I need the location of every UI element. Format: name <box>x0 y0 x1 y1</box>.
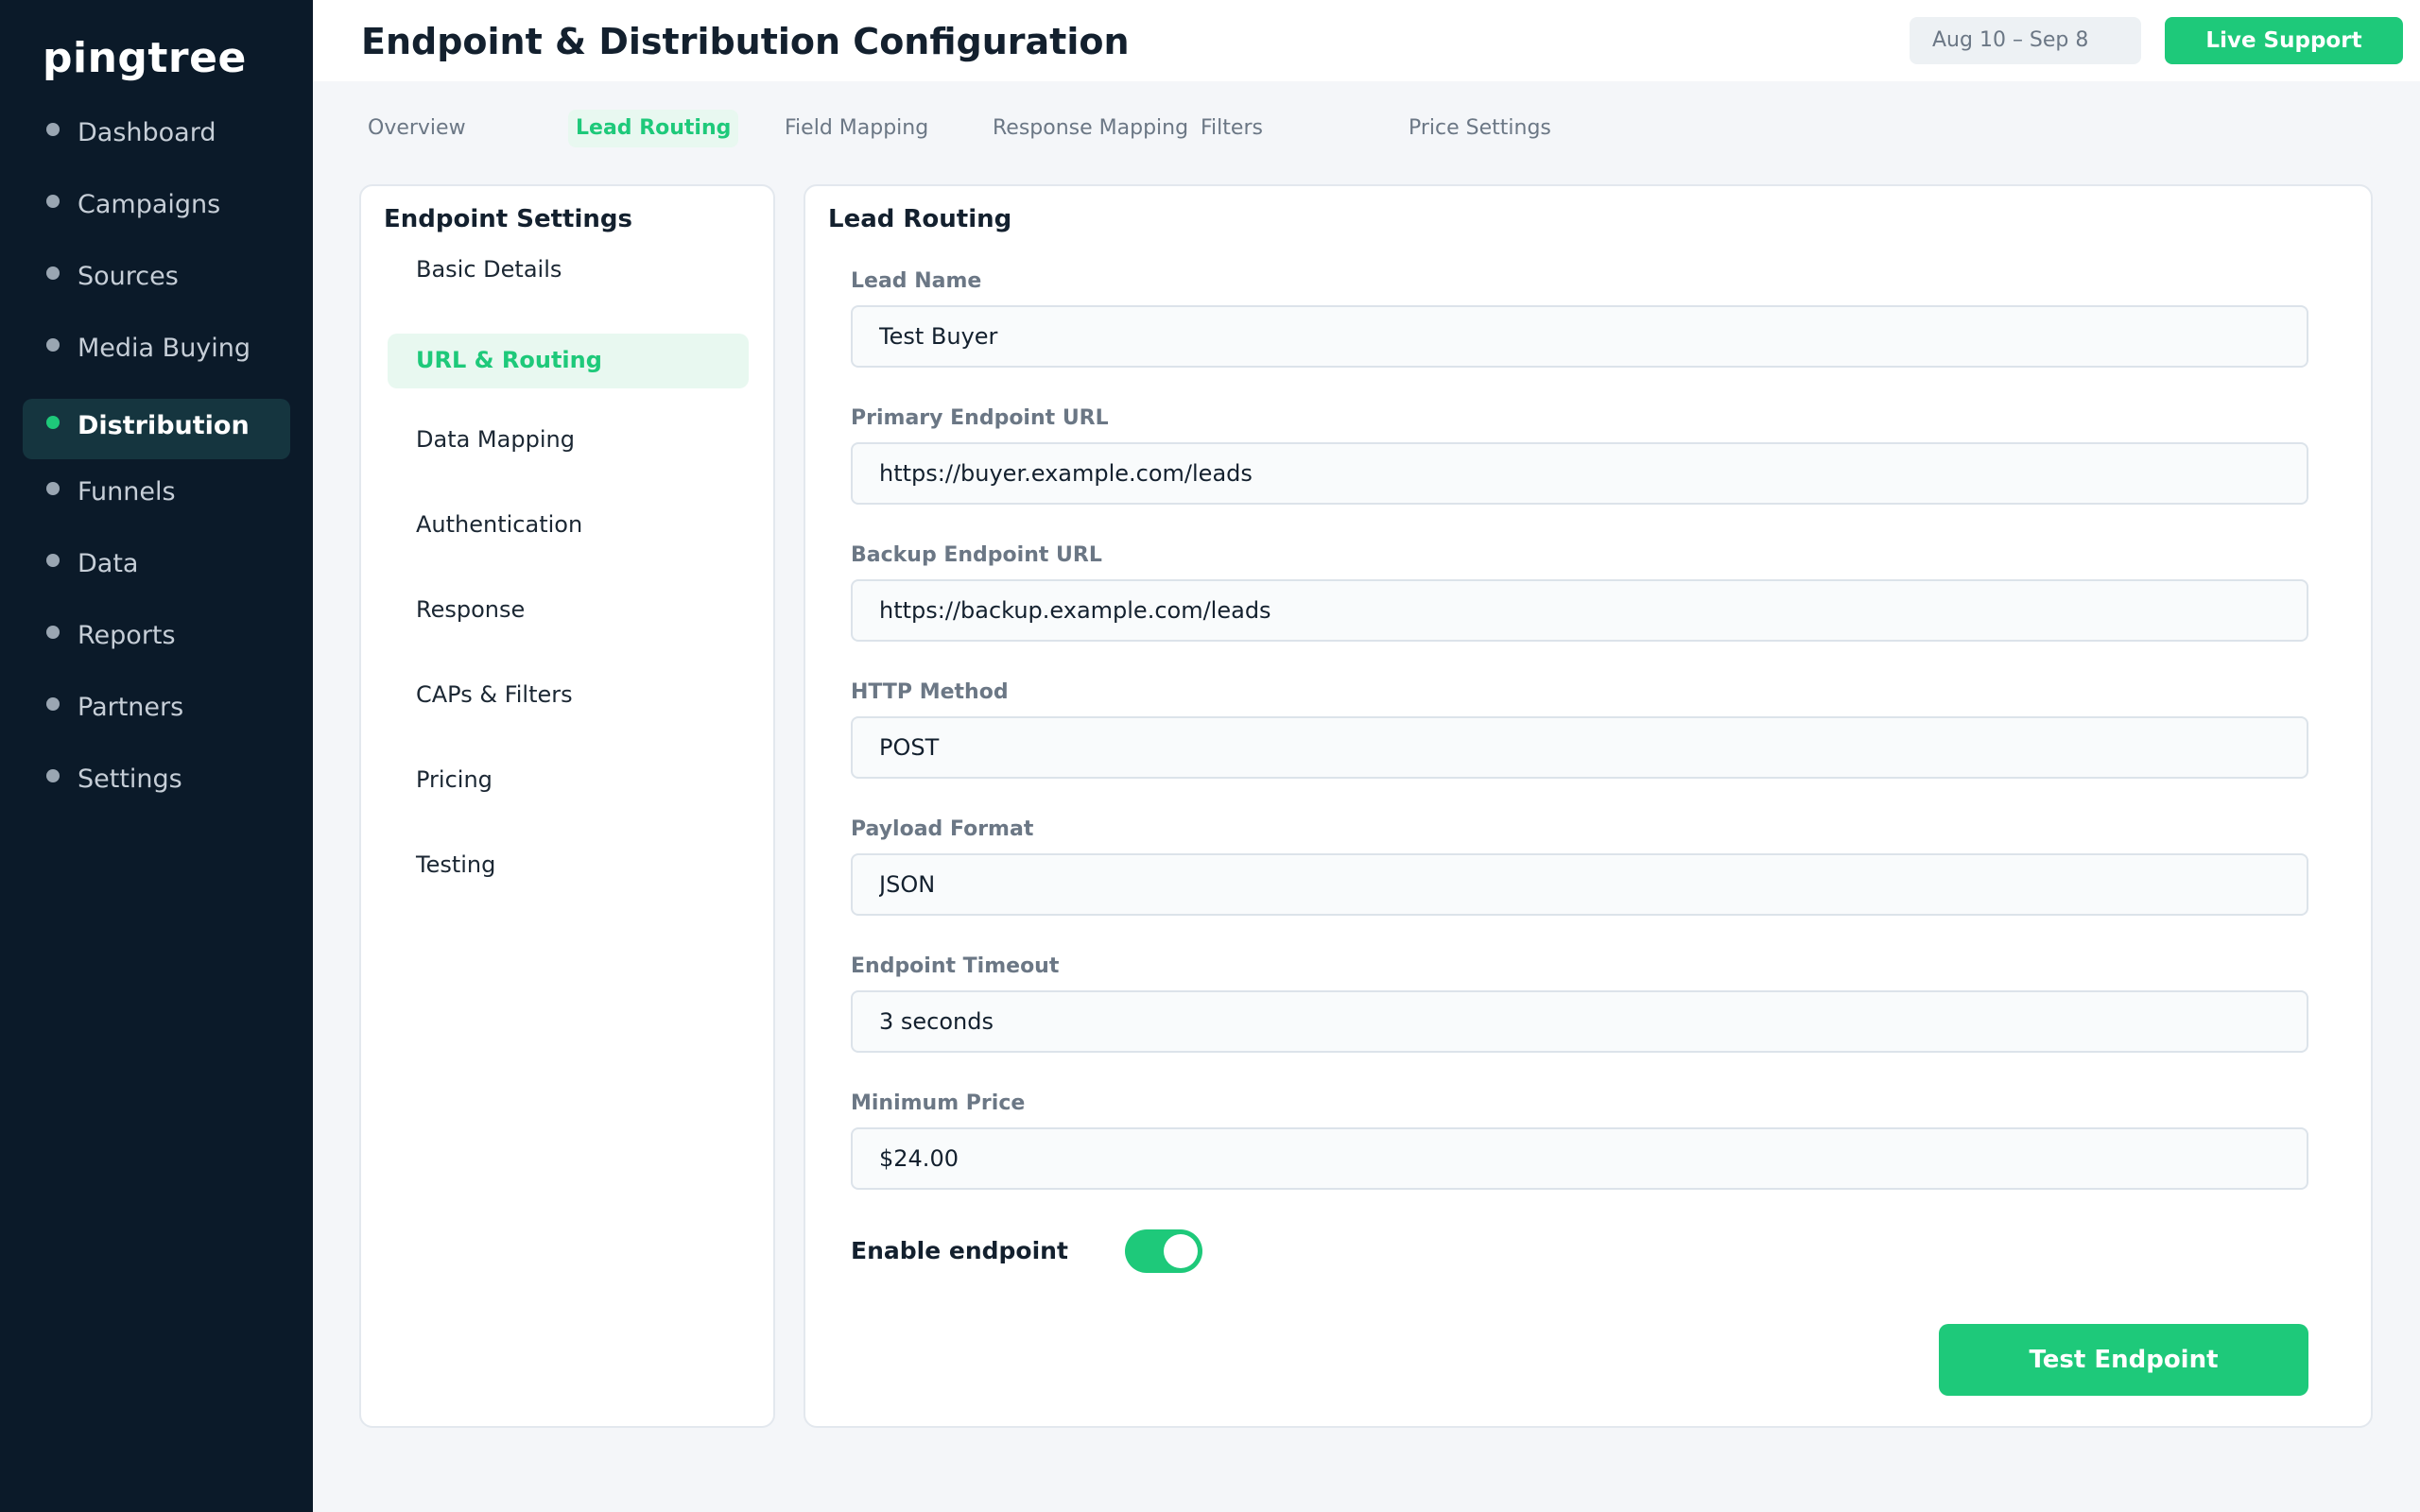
endpoint-timeout-input[interactable] <box>851 990 2308 1053</box>
settings-item-label: URL & Routing <box>416 347 602 373</box>
settings-item-authentication[interactable]: Authentication <box>388 498 749 553</box>
settings-item-testing[interactable]: Testing <box>388 838 749 893</box>
bullet-icon <box>46 482 60 495</box>
backup-endpoint-url-input[interactable] <box>851 579 2308 642</box>
lead-name-label: Lead Name <box>851 269 982 293</box>
sidebar-item-media-buying[interactable]: Media Buying <box>23 321 290 382</box>
tab-response-mapping[interactable]: Response Mapping <box>993 110 1188 147</box>
sidebar-item-sources[interactable]: Sources <box>23 249 290 310</box>
live-support-button[interactable]: Live Support <box>2165 17 2403 64</box>
settings-item-label: Testing <box>416 851 496 878</box>
bullet-icon <box>46 338 60 352</box>
settings-item-basic-details[interactable]: Basic Details <box>388 243 749 298</box>
settings-item-label: CAPs & Filters <box>416 681 573 708</box>
tab-field-mapping[interactable]: Field Mapping <box>785 110 928 147</box>
sidebar-item-label: Settings <box>78 765 182 794</box>
brand-logo: pingtree <box>43 34 247 82</box>
settings-item-label: Authentication <box>416 511 583 538</box>
lead-name-input[interactable] <box>851 305 2308 368</box>
lead-routing-panel: Lead Routing Lead Name Primary Endpoint … <box>804 184 2373 1428</box>
endpoint-settings-panel: Endpoint Settings Basic Details URL & Ro… <box>359 184 775 1428</box>
sidebar-item-reports[interactable]: Reports <box>23 609 290 669</box>
sidebar-item-label: Distribution <box>78 411 250 440</box>
bullet-icon <box>46 266 60 280</box>
sidebar-item-label: Reports <box>78 621 176 650</box>
sidebar-item-label: Dashboard <box>78 118 216 147</box>
sidebar-item-label: Funnels <box>78 477 176 507</box>
sidebar-item-dashboard[interactable]: Dashboard <box>23 106 290 166</box>
sidebar: pingtree Dashboard Campaigns Sources Med… <box>0 0 313 1512</box>
bullet-icon <box>46 697 60 711</box>
settings-item-label: Basic Details <box>416 256 562 283</box>
sidebar-item-label: Campaigns <box>78 190 221 219</box>
bullet-icon <box>46 123 60 136</box>
backup-endpoint-url-label: Backup Endpoint URL <box>851 543 1102 567</box>
tab-price-settings[interactable]: Price Settings <box>1409 110 1551 147</box>
bullet-icon <box>46 554 60 567</box>
http-method-input[interactable] <box>851 716 2308 779</box>
bullet-icon <box>46 626 60 639</box>
enable-endpoint-toggle[interactable] <box>1125 1229 1202 1273</box>
primary-endpoint-url-label: Primary Endpoint URL <box>851 406 1109 430</box>
bullet-icon <box>46 195 60 208</box>
sidebar-item-label: Data <box>78 549 139 578</box>
settings-item-label: Response <box>416 596 526 623</box>
sidebar-item-distribution[interactable]: Distribution <box>23 399 290 459</box>
tab-lead-routing[interactable]: Lead Routing <box>568 110 739 147</box>
settings-item-pricing[interactable]: Pricing <box>388 753 749 808</box>
bullet-icon <box>46 769 60 782</box>
settings-item-label: Pricing <box>416 766 493 793</box>
enable-endpoint-label: Enable endpoint <box>851 1237 1068 1264</box>
primary-endpoint-url-input[interactable] <box>851 442 2308 505</box>
settings-item-response[interactable]: Response <box>388 583 749 638</box>
sidebar-item-settings[interactable]: Settings <box>23 752 290 813</box>
sidebar-item-funnels[interactable]: Funnels <box>23 465 290 525</box>
minimum-price-label: Minimum Price <box>851 1091 1026 1115</box>
top-header: Endpoint & Distribution Configuration Au… <box>313 0 2420 81</box>
page-title: Endpoint & Distribution Configuration <box>361 21 1130 62</box>
sidebar-item-label: Media Buying <box>78 334 251 363</box>
sidebar-item-label: Sources <box>78 262 179 291</box>
tab-filters[interactable]: Filters <box>1201 110 1263 147</box>
payload-format-input[interactable] <box>851 853 2308 916</box>
panel-title: Lead Routing <box>828 205 1012 233</box>
settings-item-url-routing[interactable]: URL & Routing <box>388 334 749 388</box>
sidebar-item-campaigns[interactable]: Campaigns <box>23 178 290 238</box>
date-range-picker[interactable]: Aug 10 – Sep 8 <box>1910 17 2141 64</box>
settings-item-data-mapping[interactable]: Data Mapping <box>388 413 749 468</box>
http-method-label: HTTP Method <box>851 680 1009 704</box>
payload-format-label: Payload Format <box>851 817 1034 841</box>
endpoint-timeout-label: Endpoint Timeout <box>851 954 1060 978</box>
sidebar-item-label: Partners <box>78 693 184 722</box>
app-root: pingtree Dashboard Campaigns Sources Med… <box>0 0 2420 1512</box>
test-endpoint-button[interactable]: Test Endpoint <box>1939 1324 2308 1396</box>
sidebar-item-partners[interactable]: Partners <box>23 680 290 741</box>
settings-item-label: Data Mapping <box>416 426 575 453</box>
settings-item-caps-filters[interactable]: CAPs & Filters <box>388 668 749 723</box>
panel-title: Endpoint Settings <box>384 205 632 233</box>
bullet-icon <box>46 416 60 429</box>
toggle-knob <box>1164 1234 1198 1268</box>
tab-overview[interactable]: Overview <box>368 110 466 147</box>
minimum-price-input[interactable] <box>851 1127 2308 1190</box>
sidebar-item-data[interactable]: Data <box>23 537 290 597</box>
